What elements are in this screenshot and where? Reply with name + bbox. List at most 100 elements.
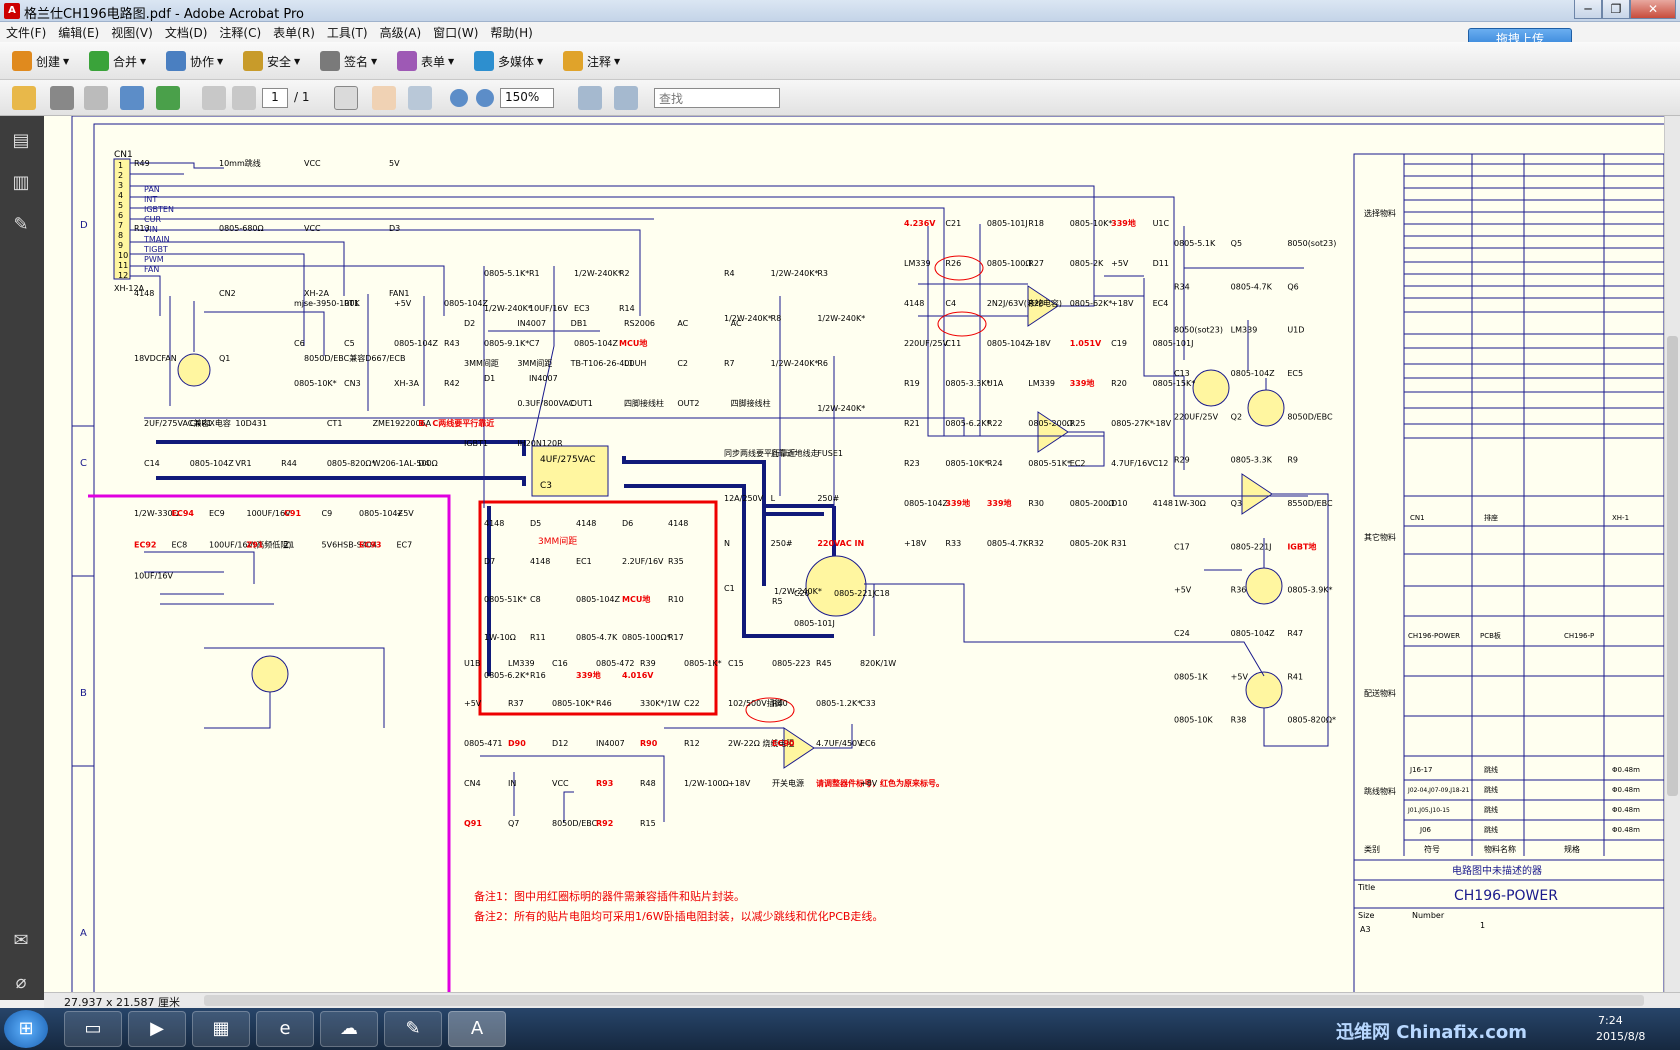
start-button[interactable]: ⊞ (4, 1010, 48, 1048)
search-input[interactable]: 查找 (654, 88, 780, 108)
comments-panel-icon[interactable]: ✉ (8, 930, 34, 956)
menu-tools[interactable]: 工具(T) (321, 22, 374, 43)
zoom-tool-icon[interactable] (408, 86, 432, 110)
pages-icon[interactable]: ▤ (8, 130, 34, 156)
globe-icon[interactable] (156, 86, 180, 110)
page-number-input[interactable]: 1 (262, 88, 288, 108)
prev-page-icon[interactable] (202, 86, 226, 110)
fit-width-icon[interactable] (578, 86, 602, 110)
folder-icon[interactable]: ▭ (64, 1011, 122, 1047)
email-icon[interactable] (120, 86, 144, 110)
vertical-scrollbar[interactable] (1664, 116, 1680, 992)
component-label: 0805-6.2K* (945, 419, 990, 428)
fit-page-icon[interactable] (614, 86, 638, 110)
bookmarks-icon[interactable]: ▥ (8, 172, 34, 198)
component-label: 0805-27K* (1111, 419, 1154, 428)
component-label: D10 (1111, 499, 1127, 508)
acrobat-icon[interactable]: A (448, 1011, 506, 1047)
component-label: 339地 (1111, 218, 1136, 228)
svg-text:CH196-POWER: CH196-POWER (1408, 632, 1460, 640)
file-manager-icon[interactable]: ▦ (192, 1011, 250, 1047)
component-label: 0805-472 (596, 659, 635, 668)
sign-button[interactable]: 签名 ▼ (316, 48, 381, 74)
media-player-icon[interactable]: ▶ (128, 1011, 186, 1047)
cn1-pin: 5 (118, 201, 123, 210)
forms-button[interactable]: 表单 ▼ (393, 48, 458, 74)
component-label: 18VDCFAN (134, 354, 177, 363)
component-label: R26 (945, 259, 961, 268)
component-label: 开关电源 (772, 778, 804, 788)
comment-button[interactable]: 注释 ▼ (559, 48, 624, 74)
component-label: R3 (817, 269, 828, 278)
component-label: R24 (987, 459, 1003, 468)
menu-view[interactable]: 视图(V) (105, 22, 159, 43)
system-tray: 迅维网 Chinafix.com 7:24 2015/8/8 (1296, 1008, 1680, 1050)
menu-window[interactable]: 窗口(W) (427, 22, 484, 43)
component-label: Q2 (1231, 412, 1242, 421)
component-label: 4148 (904, 299, 924, 308)
multimedia-button[interactable]: 多媒体 ▼ (470, 48, 547, 74)
component-label: D3 (389, 224, 400, 233)
zoom-in-icon[interactable] (476, 89, 494, 107)
menu-file[interactable]: 文件(F) (0, 22, 52, 43)
component-label: 1/2W-240K* (771, 359, 819, 368)
component-label: +18V (728, 779, 751, 788)
component-label: 10UF/16V (134, 572, 174, 581)
component-label: 220UF/25V (1174, 412, 1219, 421)
component-label: R37 (508, 699, 524, 708)
component-label: 且靠近地线走 (771, 448, 819, 458)
menu-advanced[interactable]: 高级(A) (374, 22, 428, 43)
menu-forms[interactable]: 表单(R) (267, 22, 321, 43)
save-icon[interactable] (84, 86, 108, 110)
menu-edit[interactable]: 编辑(E) (52, 22, 105, 43)
component-label: R25 (1070, 419, 1086, 428)
horizontal-scrollbar[interactable] (204, 995, 1644, 1006)
menu-comments[interactable]: 注释(C) (213, 22, 267, 43)
component-label: C11 (945, 339, 961, 348)
component-label: C4 (945, 299, 956, 308)
component-label: 0805-1K* (684, 659, 722, 668)
minimize-button[interactable]: ─ (1574, 0, 1602, 19)
clock-time[interactable]: 7:24 (1598, 1014, 1623, 1027)
maximize-button[interactable]: ❐ (1602, 0, 1630, 19)
component-label: Q3 (1231, 499, 1242, 508)
open-folder-icon[interactable] (12, 86, 36, 110)
component-label: 0805-104Z (574, 339, 619, 348)
component-label: IN4007 (596, 739, 625, 748)
component-label: CN4 (464, 779, 481, 788)
component-label: OUT1 (571, 399, 593, 408)
hand-tool-icon[interactable] (372, 86, 396, 110)
component-label: LM339 (904, 259, 931, 268)
document-view[interactable]: D C B A CN1 1 2 3 4 5 6 7 8 9 10 11 12 XH-12A PAN IN… (44, 116, 1664, 992)
menu-help[interactable]: 帮助(H) (484, 22, 538, 43)
clock-date[interactable]: 2015/8/8 (1596, 1030, 1645, 1043)
print-icon[interactable] (50, 86, 74, 110)
collaborate-button[interactable]: 协作 ▼ (162, 48, 227, 74)
secure-button[interactable]: 安全 ▼ (239, 48, 304, 74)
zoom-select[interactable]: 150% (500, 88, 554, 108)
next-page-icon[interactable] (232, 86, 256, 110)
svg-text:1: 1 (1480, 921, 1485, 930)
component-label: 3MM间距 (464, 359, 499, 368)
component-label: 0805-200Ω (1070, 499, 1115, 508)
component-label: Z1 (284, 540, 295, 549)
attachments-icon[interactable]: ⌀ (8, 972, 34, 998)
menu-document[interactable]: 文档(D) (159, 22, 214, 43)
cloud-icon[interactable]: ☁ (320, 1011, 378, 1047)
component-label: 0805-104Z (394, 339, 439, 348)
component-label: RT1 (344, 299, 359, 308)
signatures-icon[interactable]: ✎ (8, 214, 34, 240)
component-label: C15 (728, 659, 744, 668)
select-text-icon[interactable] (334, 86, 358, 110)
ie-icon[interactable]: e (256, 1011, 314, 1047)
zoom-out-icon[interactable] (450, 89, 468, 107)
combine-button[interactable]: 合并 ▼ (85, 48, 150, 74)
component-label: 8550D/EBC (1287, 499, 1333, 508)
close-button[interactable]: ✕ (1630, 0, 1676, 19)
component-label: 4148 (484, 519, 504, 528)
svg-text:电路图中未描述的器: 电路图中未描述的器 (1452, 864, 1542, 877)
paint-icon[interactable]: ✎ (384, 1011, 442, 1047)
scroll-thumb[interactable] (1667, 336, 1678, 796)
component-label: +18V (1111, 299, 1134, 308)
create-button[interactable]: 创建 ▼ (8, 48, 73, 74)
